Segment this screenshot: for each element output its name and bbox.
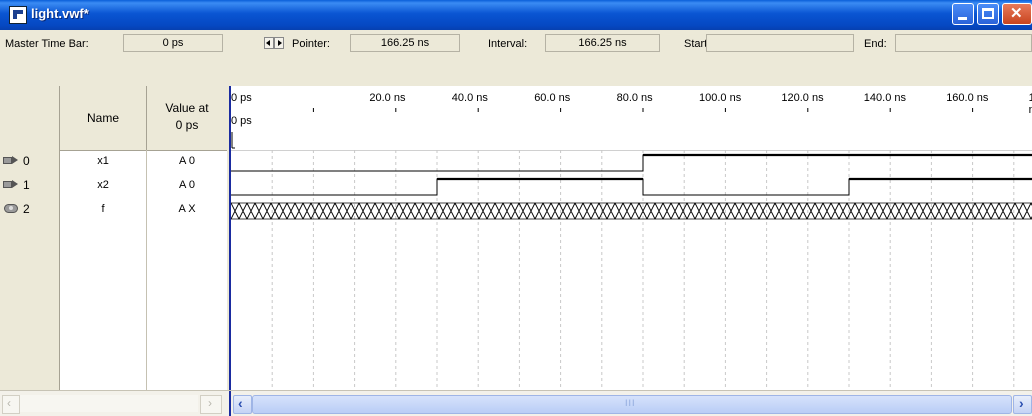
time-scale-label: 80.0 ns <box>616 92 653 104</box>
horizontal-scrollbar-area: ‹ › ‹ III › <box>0 390 1032 416</box>
signal-index: 1 <box>23 178 30 192</box>
time-scale-label: 0 ps <box>231 92 252 104</box>
time-scale-label: 160.0 ns <box>946 92 989 104</box>
arrow-left-icon <box>266 40 270 46</box>
spacer <box>0 56 1032 86</box>
pointer-field[interactable]: 166.25 ns <box>350 34 460 52</box>
signal-name: x1 <box>97 155 109 167</box>
left-pane-scroll-right-button[interactable]: › <box>200 395 222 414</box>
time-scale-label: 100.0 ns <box>699 92 742 104</box>
value-column-header[interactable]: Value at 0 ps <box>147 100 227 134</box>
waveform-trace <box>231 154 1032 172</box>
wave-scroll-left-button[interactable]: ‹ <box>233 395 252 414</box>
waveform-canvas[interactable] <box>231 86 1032 390</box>
pointer-right-arrow-button[interactable] <box>274 37 284 49</box>
time-scale-label: 40.0 ns <box>451 92 488 104</box>
wave-scroll-thumb[interactable]: III <box>252 395 1012 414</box>
arrow-right-icon <box>278 40 282 46</box>
signal-row[interactable]: 1 x2 A 0 <box>0 174 227 198</box>
signal-name: x2 <box>97 179 109 191</box>
signal-name: f <box>101 203 105 215</box>
pointer-label: Pointer: <box>292 38 330 50</box>
signal-value: A X <box>178 203 196 215</box>
time-scale-label: 140.0 ns <box>863 92 906 104</box>
signal-row[interactable]: 2 f A X <box>0 198 227 222</box>
input-pin-icon <box>3 179 21 190</box>
input-pin-icon <box>3 155 21 166</box>
master-time-bar-field[interactable]: 0 ps <box>123 34 223 52</box>
end-label: End: <box>864 38 887 50</box>
signal-index: 2 <box>23 202 30 216</box>
signal-value: A 0 <box>179 179 195 191</box>
undefined-value-hatch <box>231 202 1032 220</box>
time-scale-label: 120.0 ns <box>781 92 824 104</box>
output-pin-icon <box>3 203 21 214</box>
chevron-left-icon: ‹ <box>7 396 11 410</box>
name-column-header[interactable]: Name <box>60 86 146 150</box>
maximize-button[interactable] <box>977 3 999 25</box>
interval-label: Interval: <box>488 38 528 50</box>
close-button[interactable]: ✕ <box>1002 3 1032 25</box>
left-pane-scroll-track[interactable] <box>20 395 198 412</box>
master-time-marker-label: 0 ps <box>231 115 252 127</box>
value-header-line2: 0 ps <box>175 118 199 132</box>
waveform-trace <box>231 178 1032 196</box>
chevron-right-icon: › <box>208 396 212 410</box>
time-scale-label: 180.0 ns <box>1028 92 1032 116</box>
pointer-left-arrow-button[interactable] <box>264 37 274 49</box>
signal-value: A 0 <box>179 155 195 167</box>
signal-index: 0 <box>23 154 30 168</box>
start-field[interactable] <box>706 34 854 52</box>
value-header-line1: Value at <box>165 101 209 115</box>
waveform-editor-window: light.vwf* ✕ Master Time Bar: 0 ps Point… <box>0 0 1032 416</box>
end-field[interactable] <box>895 34 1032 52</box>
chevron-right-icon: › <box>1019 395 1024 411</box>
scroll-grip: III <box>625 398 636 408</box>
signal-row[interactable]: 0 x1 A 0 <box>0 150 227 174</box>
chevron-left-icon: ‹ <box>238 395 243 411</box>
waveform-file-icon <box>9 6 27 24</box>
time-scale-label: 20.0 ns <box>369 92 406 104</box>
master-time-bar-label: Master Time Bar: <box>5 38 89 50</box>
minimize-button[interactable] <box>952 3 974 25</box>
interval-field[interactable]: 166.25 ns <box>545 34 660 52</box>
wave-scroll-right-button[interactable]: › <box>1013 395 1032 414</box>
title-bar[interactable]: light.vwf* ✕ <box>0 0 1032 30</box>
time-scale-label: 60.0 ns <box>534 92 571 104</box>
left-pane-scroll-left-button[interactable]: ‹ <box>2 395 20 414</box>
close-icon: ✕ <box>1010 5 1023 22</box>
window-title: light.vwf* <box>31 6 89 21</box>
time-toolbar: Master Time Bar: 0 ps Pointer: 166.25 ns… <box>0 30 1032 57</box>
column-header: Name Value at 0 ps <box>0 86 227 151</box>
